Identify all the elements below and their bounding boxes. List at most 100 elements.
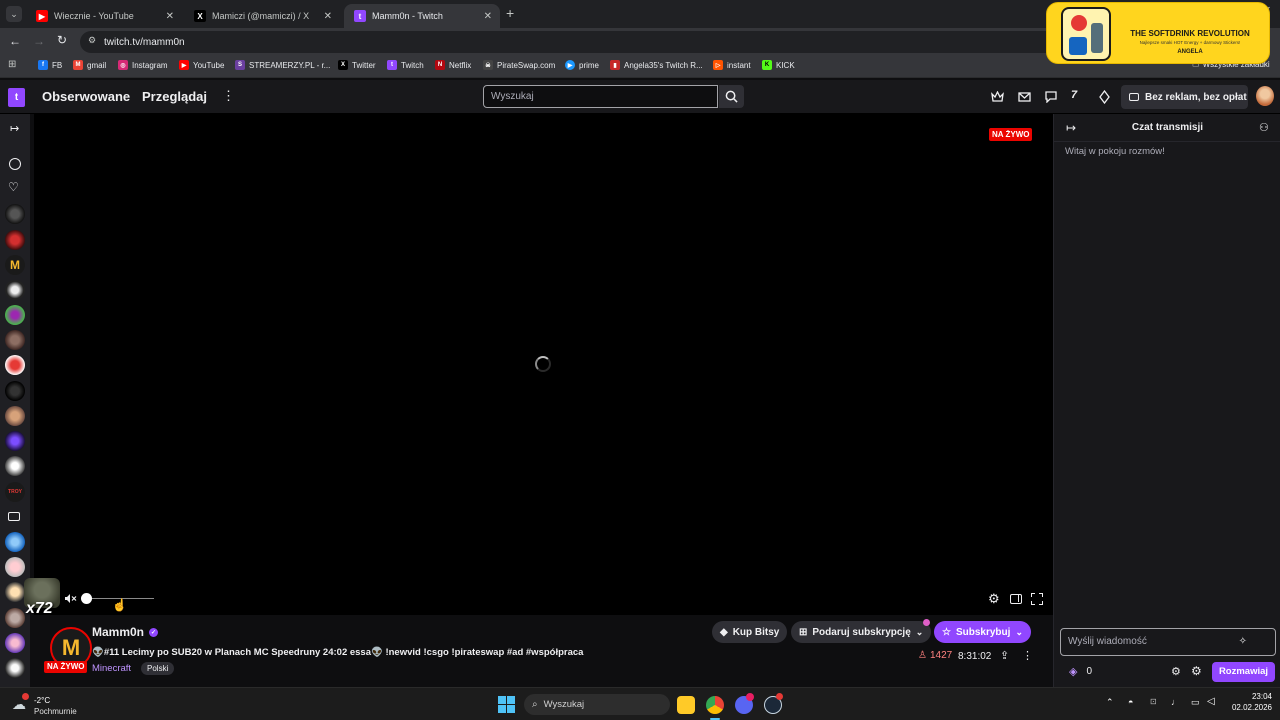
- file-explorer-icon[interactable]: [677, 696, 695, 714]
- channel-avatar[interactable]: TROY: [5, 482, 25, 502]
- channel-avatar[interactable]: [5, 305, 25, 325]
- start-button[interactable]: [498, 696, 515, 713]
- turbo-button[interactable]: Bez reklam, bez opłat: [1121, 85, 1248, 109]
- close-icon[interactable]: ✕: [166, 11, 174, 22]
- channel-avatar[interactable]: [5, 230, 25, 250]
- show-hidden-icons[interactable]: ⌃: [1106, 697, 1114, 708]
- tray-app-icon[interactable]: ⊡: [1150, 697, 1157, 706]
- channel-avatar[interactable]: [5, 633, 25, 653]
- channel-avatar[interactable]: [5, 280, 25, 300]
- gift-sub-button[interactable]: ⊞ Podaruj subskrypcję ⌄: [791, 621, 932, 643]
- bookmark-fb[interactable]: f FB: [38, 60, 62, 70]
- crown-icon[interactable]: [991, 91, 1004, 103]
- whispers-icon[interactable]: [1045, 91, 1057, 103]
- language-tag[interactable]: Polski: [141, 662, 175, 675]
- channel-name[interactable]: Mamm0n ✓: [92, 625, 159, 639]
- network-icon[interactable]: ▭: [1191, 697, 1200, 708]
- reload-icon[interactable]: ↻: [57, 33, 67, 47]
- clock[interactable]: 23:04 02.02.2026: [1226, 692, 1272, 712]
- settings-gear-icon[interactable]: ⚙: [988, 591, 1000, 607]
- community-icon[interactable]: ⚇: [1259, 121, 1269, 134]
- channel-avatar[interactable]: [5, 608, 25, 628]
- bookmark-instant[interactable]: ▷ instant: [713, 60, 751, 70]
- bookmark-kick[interactable]: K KICK: [762, 60, 795, 70]
- channel-avatar[interactable]: [5, 557, 25, 577]
- channel-avatar[interactable]: [5, 381, 25, 401]
- bookmark-youtube[interactable]: ▶ YouTube: [179, 60, 224, 70]
- forward-icon[interactable]: →: [33, 34, 45, 48]
- more-options-icon[interactable]: ⋮: [1022, 649, 1033, 662]
- volume-icon[interactable]: ◁: [1207, 696, 1215, 707]
- site-info-icon[interactable]: ⚙: [88, 35, 96, 46]
- close-icon[interactable]: ✕: [484, 11, 492, 22]
- chat-send-button[interactable]: Rozmawiaj: [1212, 662, 1275, 682]
- tab-twitch[interactable]: t Mamm0n - Twitch ✕: [344, 4, 500, 28]
- nav-followed[interactable]: Obserwowane: [42, 89, 130, 104]
- chrome-icon[interactable]: [706, 696, 724, 714]
- apps-icon[interactable]: ⊞: [8, 59, 16, 70]
- bookmark-angela[interactable]: ▮ Angela35's Twitch R...: [610, 60, 703, 70]
- more-menu-icon[interactable]: ⋮: [222, 88, 235, 104]
- share-icon[interactable]: ⇪: [1000, 649, 1009, 662]
- url-field[interactable]: ⚙ twitch.tv/mamm0n: [80, 31, 1060, 53]
- buy-bits-button[interactable]: ◆ Kup Bitsy: [712, 621, 788, 643]
- new-tab-button[interactable]: +: [506, 5, 514, 21]
- channel-avatar[interactable]: [5, 204, 25, 224]
- video-player[interactable]: NA ŻYWO x72 ☝ ⚙: [24, 114, 1053, 617]
- nav-browse[interactable]: Przeglądaj: [142, 89, 207, 104]
- bits-icon[interactable]: [1099, 90, 1110, 104]
- channel-avatar[interactable]: [5, 355, 25, 375]
- chat-identity-icon[interactable]: ⚙: [1171, 665, 1181, 678]
- channel-points[interactable]: ◈ 0: [1069, 665, 1092, 678]
- volume-slider-handle[interactable]: [81, 593, 92, 604]
- channel-avatar[interactable]: [5, 456, 25, 476]
- taskbar-search[interactable]: ⌕ Wyszukaj: [524, 694, 670, 715]
- bookmark-streamerzy[interactable]: S STREAMERZY.PL - r...: [235, 60, 330, 70]
- channel-points-count: 0: [1086, 666, 1093, 677]
- close-icon[interactable]: ✕: [324, 11, 332, 22]
- channel-avatar[interactable]: [5, 431, 25, 451]
- channel-avatar[interactable]: [5, 582, 25, 602]
- emote-picker-icon[interactable]: ✧: [1239, 629, 1247, 655]
- channel-avatar[interactable]: [5, 406, 25, 426]
- following-heart-icon[interactable]: ♡: [8, 180, 19, 194]
- video-icon[interactable]: [8, 512, 20, 521]
- tab-x[interactable]: X Mamiczi (@mamiczi) / X ✕: [184, 4, 340, 28]
- tab-search-button[interactable]: ⌄: [6, 6, 22, 22]
- inbox-icon[interactable]: [1018, 91, 1031, 103]
- bookmark-netflix[interactable]: N Netflix: [435, 60, 471, 70]
- channel-avatar[interactable]: [5, 330, 25, 350]
- expand-sidebar-icon[interactable]: ↦: [10, 122, 19, 135]
- ad-banner[interactable]: THE SOFTDRINK REVOLUTION Najlepsze smaki…: [1046, 2, 1270, 64]
- user-avatar[interactable]: [1256, 86, 1274, 106]
- activity-feed-icon[interactable]: 7: [1071, 89, 1077, 101]
- theatre-mode-icon[interactable]: [1010, 594, 1022, 604]
- discord-tray-icon[interactable]: ◓: [1128, 697, 1133, 707]
- bookmark-twitch[interactable]: t Twitch: [387, 60, 424, 70]
- channel-avatar[interactable]: [5, 658, 25, 678]
- chat-settings-icon[interactable]: ⚙: [1191, 664, 1202, 678]
- bookmark-gmail[interactable]: Mgmail: [73, 60, 106, 70]
- search-input[interactable]: Wyszukaj: [483, 85, 718, 108]
- bookmark-prime[interactable]: ▶ prime: [565, 60, 599, 70]
- channel-avatar[interactable]: [5, 532, 25, 552]
- fullscreen-icon[interactable]: [1031, 593, 1043, 605]
- search-button[interactable]: [719, 85, 744, 108]
- volume-muted-icon[interactable]: [64, 593, 77, 604]
- weather-widget[interactable]: ☁ -2°C Pochmurnie: [10, 691, 100, 717]
- twitch-logo-icon[interactable]: t: [8, 88, 25, 107]
- weather-temp: -2°C: [34, 696, 51, 705]
- channel-avatar-mamm0n[interactable]: M: [5, 255, 25, 275]
- bookmark-instagram[interactable]: ◎ Instagram: [118, 60, 168, 70]
- subscribe-button[interactable]: ☆ Subskrybuj ⌄: [934, 621, 1031, 643]
- tab-youtube[interactable]: ▶ Wiecznie - YouTube ✕: [26, 4, 182, 28]
- chat-input[interactable]: Wyślij wiadomość ✧: [1060, 628, 1276, 656]
- bookmark-label: PirateSwap.com: [497, 60, 556, 70]
- bookmark-pirateswap[interactable]: ☠ PirateSwap.com: [483, 60, 555, 70]
- category-link[interactable]: Minecraft: [92, 663, 131, 674]
- stats-icon: ▮: [610, 60, 620, 70]
- bookmark-twitter[interactable]: X Twitter: [338, 60, 376, 70]
- back-icon[interactable]: ←: [9, 34, 21, 48]
- for-you-icon[interactable]: [9, 158, 21, 170]
- microphone-icon[interactable]: ♩: [1171, 697, 1180, 707]
